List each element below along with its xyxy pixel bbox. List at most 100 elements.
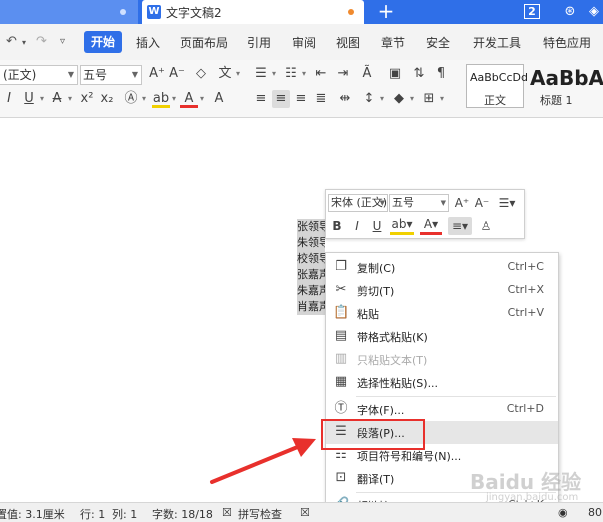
paste-text-icon: ▥ [334,351,348,366]
font-color-icon[interactable]: A [180,90,198,108]
font-name-combo[interactable]: (正文) ▼ [0,65,78,85]
phonetic-guide-icon[interactable]: 文 [216,65,234,83]
menu-separator [356,396,556,397]
underline-icon[interactable]: U [20,90,38,108]
chevron-down-icon: ▼ [379,199,385,207]
menu-tab-home[interactable]: 开始 [84,31,122,53]
document-line[interactable]: 张嘉声 [297,267,325,283]
justify-icon[interactable]: ≣ [312,90,330,108]
chevron-down-icon[interactable]: ▾ [170,90,178,108]
chevron-down-icon[interactable]: ▾ [38,90,46,108]
align-center-icon[interactable]: ≡ [272,90,290,108]
spell-check-icon[interactable]: ☒ [222,506,232,519]
menu-tab-developer[interactable]: 开发工具 [473,34,521,51]
chevron-down-icon[interactable]: ▾ [408,90,416,108]
shirt-icon[interactable]: ◈ [586,4,602,20]
menu-item-paste-format[interactable]: ▤ 带格式粘贴(K) [326,325,558,348]
chevron-down-icon[interactable]: ▾ [378,90,386,108]
menu-item-label: 带格式粘贴(K) [357,331,428,344]
document-line[interactable]: 校领导 [297,251,325,267]
font-size-combo[interactable]: 五号 ▼ [80,65,142,85]
character-border-icon[interactable]: A [210,90,228,108]
mini-underline-icon[interactable]: U [370,217,384,235]
borders-icon[interactable]: ⊞ [420,90,438,108]
distributed-icon[interactable]: ⇹ [336,90,354,108]
eye-protection-icon[interactable]: ◉ [558,506,568,519]
menu-item-paste-special[interactable]: ▦ 选择性粘贴(S)... [326,371,558,394]
window-count-badge[interactable]: 2 [524,4,540,19]
clear-format-icon[interactable]: ◇ [192,65,210,83]
italic-icon[interactable]: I [0,90,18,108]
shading-icon[interactable]: ◆ [390,90,408,108]
menu-item-cut[interactable]: ✂ 剪切(T) Ctrl+X [326,279,558,302]
menu-tab-references[interactable]: 引用 [247,34,271,51]
menu-tab-page-layout[interactable]: 页面布局 [180,34,228,51]
menu-tab-security[interactable]: 安全 [426,34,450,51]
chevron-down-icon[interactable]: ▾ [234,65,242,83]
skin-icon[interactable]: ⊛ [562,4,578,20]
paragraph-mark-icon[interactable]: ¶ [432,65,450,83]
align-right-icon[interactable]: ≡ [292,90,310,108]
highlight-icon[interactable]: ab [152,90,170,108]
mini-highlight-icon[interactable]: ab▾ [390,217,414,235]
status-word-count[interactable]: 字数: 18/18 [152,506,213,522]
document-line[interactable]: 张领导 [297,219,325,235]
shrink-font-icon[interactable]: A⁻ [168,65,186,83]
strikethrough-icon[interactable]: A [48,90,66,108]
style-normal[interactable]: AaBbCcDd 正文 [466,64,528,108]
menu-tab-insert[interactable]: 插入 [136,34,160,51]
new-tab-button[interactable]: + [376,1,396,21]
superscript-icon[interactable]: x² [78,90,96,108]
mini-font-size-value: 五号 [392,196,414,209]
redo-icon[interactable]: ↷ [36,34,47,49]
increase-indent-icon[interactable]: ⇥ [334,65,352,83]
mini-line-spacing-icon[interactable]: ☰▾ [496,194,518,212]
mini-italic-icon[interactable]: I [350,217,364,235]
chevron-down-icon[interactable]: ▾ [140,90,148,108]
chevron-down-icon[interactable]: ▾ [66,90,74,108]
document-check-icon[interactable]: ☒ [300,506,310,519]
mini-font-color-icon[interactable]: A▾ [420,217,442,235]
chevron-down-icon[interactable]: ▾ [438,90,446,108]
text-effect-icon[interactable]: Ⓐ [122,90,140,108]
mini-grow-font-icon[interactable]: A⁺ [454,194,470,212]
line-spacing-icon[interactable]: ↕ [360,90,378,108]
show-marks-icon[interactable]: ▣ [386,65,404,83]
mini-shrink-font-icon[interactable]: A⁻ [474,194,490,212]
chinese-layout-icon[interactable]: Ã [358,65,376,83]
mini-format-painter-icon[interactable]: ♙ [478,217,494,235]
style-normal-preview: AaBbCcDd [470,71,528,84]
menu-item-paste[interactable]: 📋 粘贴 Ctrl+V [326,302,558,325]
menu-tab-view[interactable]: 视图 [336,34,360,51]
status-zoom[interactable]: 80 [588,506,602,519]
mini-bold-icon[interactable]: B [330,217,344,235]
chevron-down-icon[interactable]: ▾ [300,65,308,83]
decrease-indent-icon[interactable]: ⇤ [312,65,330,83]
quick-access-dropdown-icon[interactable]: ▿ [60,36,65,47]
numbered-list-icon[interactable]: ☷ [282,65,300,83]
menu-item-paste-text[interactable]: ▥ 只粘贴文本(T) [326,348,558,371]
mini-font-name-combo[interactable]: 宋体 (正文) ▼ [328,194,388,212]
mini-align-icon[interactable]: ≡▾ [448,217,472,235]
menu-item-copy[interactable]: ❐ 复制(C) Ctrl+C [326,256,558,279]
bullet-list-icon[interactable]: ☰ [252,65,270,83]
previous-tab[interactable] [0,0,138,24]
chevron-down-icon[interactable]: ▾ [198,90,206,108]
document-line[interactable]: 朱领导 [297,235,325,251]
document-tab[interactable]: W 文字文稿2 [142,0,364,24]
menu-tab-features[interactable]: 特色应用 [543,34,591,51]
mini-font-size-combo[interactable]: 五号 ▼ [389,194,449,212]
undo-dropdown-icon[interactable]: ▾ [22,38,26,47]
subscript-icon[interactable]: x₂ [98,90,116,108]
menu-tab-review[interactable]: 审阅 [292,34,316,51]
status-spell-check[interactable]: 拼写检查 [238,506,282,522]
align-left-icon[interactable]: ≡ [252,90,270,108]
chevron-down-icon[interactable]: ▾ [270,65,278,83]
sort-icon[interactable]: ⇅ [410,65,428,83]
grow-font-icon[interactable]: A⁺ [148,65,166,83]
menu-item-font[interactable]: Ⓣ 字体(F)... Ctrl+D [326,398,558,421]
undo-icon[interactable]: ↶ [6,34,17,49]
menu-tab-chapter[interactable]: 章节 [381,34,405,51]
document-line[interactable]: 肖嘉声 [297,299,325,315]
document-line[interactable]: 朱嘉声 [297,283,325,299]
